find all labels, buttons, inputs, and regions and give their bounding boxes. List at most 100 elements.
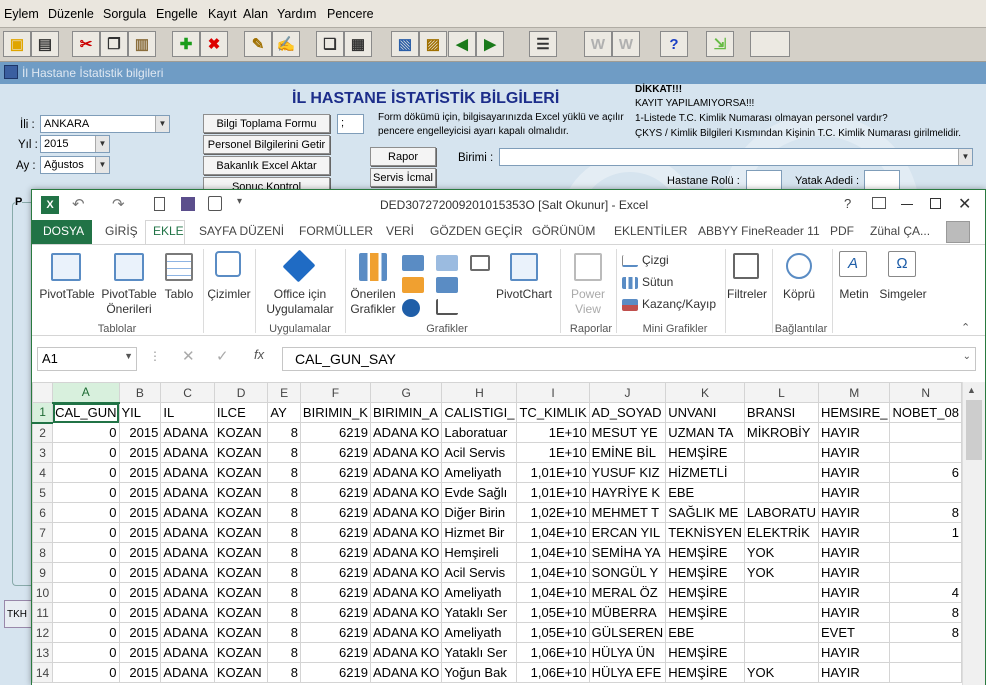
column-header[interactable]: C: [160, 382, 215, 403]
cell[interactable]: 6219: [299, 562, 371, 583]
row-header[interactable]: 11: [32, 602, 54, 623]
cell[interactable]: 8: [267, 522, 301, 543]
cell[interactable]: 2015: [118, 522, 162, 543]
cell[interactable]: 1E+10: [516, 442, 590, 463]
menu-alan[interactable]: Alan: [243, 7, 268, 21]
cell[interactable]: Ameliyath: [441, 462, 518, 483]
metin-button[interactable]: Metin: [832, 287, 876, 302]
cell[interactable]: HÜLYA EFE: [588, 662, 667, 683]
cell[interactable]: MEHMET T: [588, 502, 667, 523]
cell[interactable]: Hemşireli: [441, 542, 518, 563]
cell[interactable]: TC_KIMLIK: [516, 402, 590, 423]
cell[interactable]: ADANA KO: [369, 642, 443, 663]
row-header[interactable]: 14: [32, 662, 54, 683]
cell[interactable]: YIL: [118, 402, 162, 423]
pivotchart-button[interactable]: PivotChart: [492, 287, 556, 302]
cell[interactable]: 1,06E+10: [516, 642, 590, 663]
tab-gorunum[interactable]: GÖRÜNÜM: [532, 224, 595, 238]
exit-icon[interactable]: ⇲: [706, 31, 734, 57]
cell[interactable]: ELEKTRİK: [743, 522, 820, 543]
cell[interactable]: 6219: [299, 462, 371, 483]
cancel-icon[interactable]: ✕: [182, 347, 195, 365]
personel-getir-button[interactable]: Personel Bilgilerini Getir: [203, 135, 330, 154]
cell[interactable]: HAYIR: [817, 642, 891, 663]
cell[interactable]: AD_SOYAD: [588, 402, 667, 423]
cell[interactable]: 6219: [299, 422, 371, 443]
cell[interactable]: ADANA: [160, 642, 215, 663]
cell[interactable]: MERAL ÖZ: [588, 582, 667, 603]
cell[interactable]: HAYIR: [817, 522, 891, 543]
cell[interactable]: 2015: [118, 542, 162, 563]
close-icon[interactable]: ✕: [958, 194, 971, 214]
cell[interactable]: 0: [52, 602, 120, 623]
new-file-icon[interactable]: [154, 197, 165, 211]
pie-chart-icon[interactable]: [402, 299, 420, 317]
column-header[interactable]: F: [299, 382, 371, 403]
cell[interactable]: ADANA KO: [369, 422, 443, 443]
cell[interactable]: 6219: [299, 662, 371, 683]
cell[interactable]: [889, 662, 962, 683]
row-header[interactable]: 3: [32, 442, 54, 463]
row-header[interactable]: 5: [32, 482, 54, 503]
row-header[interactable]: 4: [32, 462, 54, 483]
cell[interactable]: 1,05E+10: [516, 602, 590, 623]
cell[interactable]: Diğer Birin: [441, 502, 518, 523]
cell[interactable]: 0: [52, 622, 120, 643]
cell[interactable]: 6219: [299, 602, 371, 623]
cell[interactable]: ADANA: [160, 422, 215, 443]
cell[interactable]: ADANA: [160, 562, 215, 583]
cell[interactable]: ADANA KO: [369, 522, 443, 543]
cell[interactable]: ADANA KO: [369, 622, 443, 643]
cell[interactable]: HEMŞİRE: [665, 442, 745, 463]
menu-pencere[interactable]: Pencere: [327, 7, 374, 21]
cell[interactable]: [889, 562, 962, 583]
cell[interactable]: 0: [52, 522, 120, 543]
cell[interactable]: EBE: [665, 622, 745, 643]
cell[interactable]: 0: [52, 582, 120, 603]
cell[interactable]: 6: [889, 462, 962, 483]
formula-input[interactable]: CAL_GUN_SAY ⌄: [282, 347, 976, 371]
cell[interactable]: HAYIR: [817, 462, 891, 483]
cell[interactable]: 8: [267, 602, 301, 623]
form-icon[interactable]: ▦: [344, 31, 372, 57]
radar-chart-icon[interactable]: [470, 255, 490, 271]
cell[interactable]: 0: [52, 542, 120, 563]
insert-function-icon[interactable]: fx: [254, 347, 264, 362]
cell[interactable]: 2015: [118, 642, 162, 663]
cell[interactable]: ADANA: [160, 442, 215, 463]
tab-sayfa-duzeni[interactable]: SAYFA DÜZENİ: [199, 224, 284, 238]
cell[interactable]: 2015: [118, 602, 162, 623]
cell[interactable]: 4: [889, 582, 962, 603]
scroll-up-icon[interactable]: ▲: [967, 385, 976, 395]
cell[interactable]: HAYIR: [817, 602, 891, 623]
edit-icon[interactable]: ✎: [244, 31, 272, 57]
cell[interactable]: HAYIR: [817, 662, 891, 683]
cell[interactable]: EVET: [817, 622, 891, 643]
cell[interactable]: 2015: [118, 582, 162, 603]
cell[interactable]: 2015: [118, 482, 162, 503]
row-header[interactable]: 1: [32, 402, 54, 424]
cell[interactable]: Ameliyath: [441, 622, 518, 643]
servis-icmal-button[interactable]: Servis İcmal: [370, 168, 436, 187]
cell[interactable]: 8: [267, 662, 301, 683]
cell[interactable]: ADANA KO: [369, 482, 443, 503]
cell[interactable]: ADANA: [160, 662, 215, 683]
enter-icon[interactable]: ✓: [216, 347, 229, 365]
collapse-ribbon-icon[interactable]: ⌃: [961, 321, 970, 334]
tab-eklentiler[interactable]: EKLENTİLER: [614, 224, 687, 238]
customize-toolbar-icon[interactable]: ▾: [237, 196, 242, 207]
cell[interactable]: 1,02E+10: [516, 502, 590, 523]
cell[interactable]: IL: [160, 402, 215, 423]
cell[interactable]: [743, 462, 820, 483]
cell[interactable]: YOK: [743, 662, 820, 683]
row-header[interactable]: 10: [32, 582, 54, 603]
cut-icon[interactable]: ✂: [72, 31, 100, 57]
edit-field-icon[interactable]: ✍: [272, 31, 300, 57]
cell[interactable]: HEMŞİRE: [665, 542, 745, 563]
cell[interactable]: ERCAN YIL: [588, 522, 667, 543]
cell[interactable]: 8: [267, 622, 301, 643]
cell[interactable]: [889, 422, 962, 443]
cell[interactable]: ADANA: [160, 462, 215, 483]
filtreler-button[interactable]: Filtreler: [725, 287, 769, 302]
cell[interactable]: 1,04E+10: [516, 542, 590, 563]
